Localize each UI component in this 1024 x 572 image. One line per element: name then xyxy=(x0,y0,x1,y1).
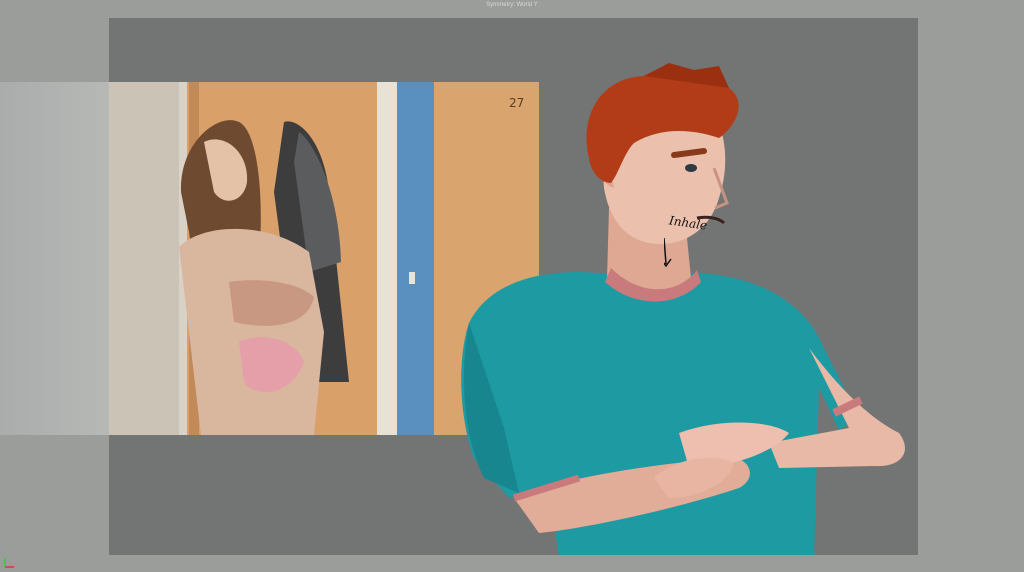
viewport[interactable]: 27 Inhale xyxy=(109,18,918,555)
window-title: Symmetry: World Y xyxy=(486,2,538,8)
ghost-image-panel xyxy=(0,82,110,435)
axis-gizmo-icon xyxy=(4,558,14,568)
character-model[interactable] xyxy=(429,58,918,555)
